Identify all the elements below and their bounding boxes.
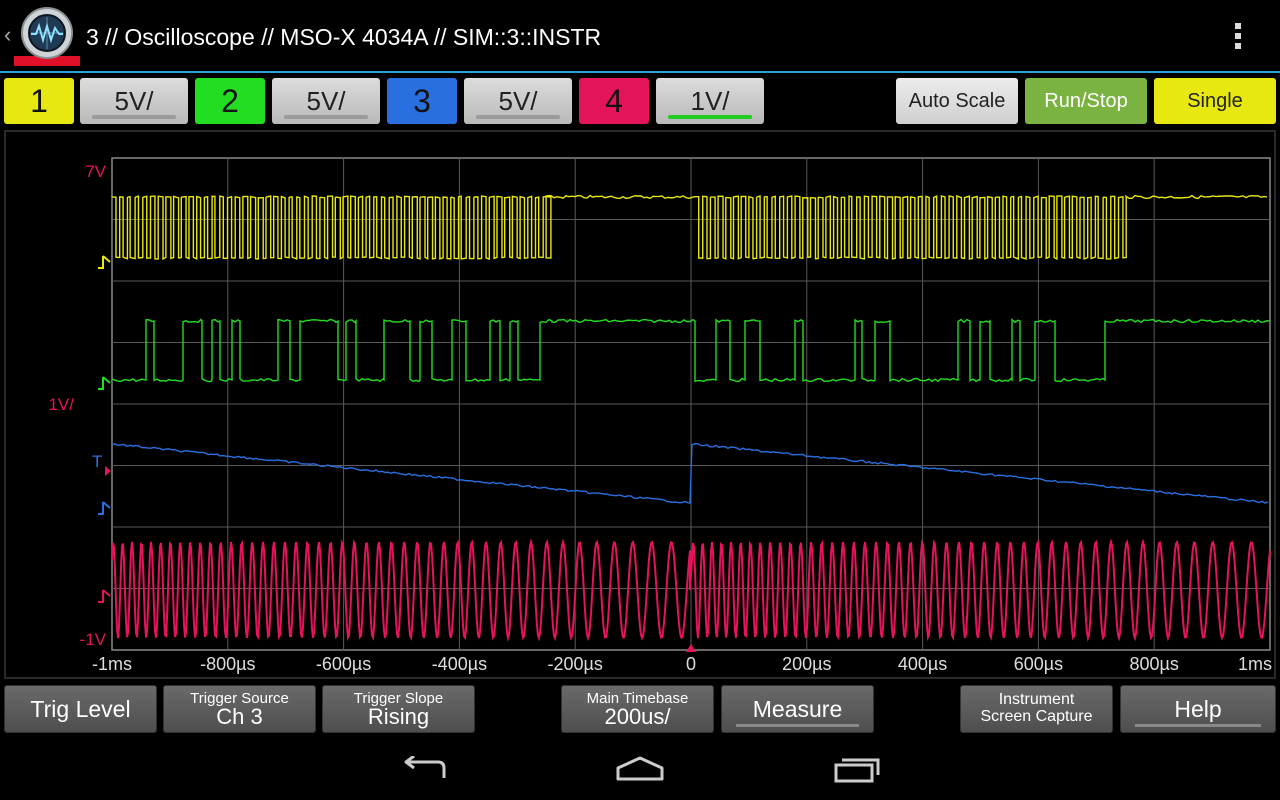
channel-1-button[interactable]: 1	[4, 78, 74, 124]
oscilloscope-app-icon[interactable]	[14, 6, 80, 66]
run-stop-button[interactable]: Run/Stop	[1025, 78, 1147, 124]
screen-capture-button[interactable]: Instrument Screen Capture	[960, 685, 1113, 733]
channel-1-scale: 5V/	[114, 86, 154, 116]
trig-level-label: Trig Level	[30, 696, 131, 722]
channel-4-scale: 1V/	[690, 86, 730, 116]
trigger-source-value: Ch 3	[216, 704, 263, 729]
channel-3-scale-button[interactable]: 5V/	[464, 78, 572, 124]
channel-3-scale: 5V/	[498, 86, 538, 116]
channel-2-button[interactable]: 2	[195, 78, 265, 124]
single-button[interactable]: Single	[1154, 78, 1276, 124]
trigger-slope-label: Trigger Slope	[353, 690, 444, 707]
channel-2-scale: 5V/	[306, 86, 346, 116]
channel-4-scale-underline	[668, 115, 752, 119]
home-icon[interactable]	[614, 755, 666, 783]
screen-capture-label: Screen Capture	[980, 708, 1093, 725]
help-underline	[1135, 724, 1261, 727]
trigger-slope-button[interactable]: Trigger Slope Rising	[322, 685, 475, 733]
instrument-label: Instrument	[998, 691, 1075, 708]
channel-1-scale-button[interactable]: 5V/	[80, 78, 188, 124]
recents-icon[interactable]	[832, 755, 882, 785]
channel-1-label: 1	[30, 83, 48, 119]
single-label: Single	[1187, 90, 1243, 112]
back-icon[interactable]	[400, 756, 448, 784]
main-timebase-label: Main Timebase	[586, 690, 689, 707]
channel-3-label: 3	[413, 83, 431, 119]
channel-4-button[interactable]: 4	[579, 78, 649, 124]
scope-display[interactable]	[4, 130, 1276, 679]
overflow-menu-icon[interactable]	[1228, 20, 1248, 56]
title-bar: ‹ 3 // Oscilloscope // MSO-X 4034A // SI…	[0, 0, 1280, 73]
main-timebase-value: 200us/	[604, 704, 671, 729]
help-label: Help	[1174, 696, 1222, 722]
channel-3-scale-underline	[476, 115, 560, 119]
channel-2-scale-button[interactable]: 5V/	[272, 78, 380, 124]
trig-level-button[interactable]: Trig Level	[4, 685, 157, 733]
trigger-source-label: Trigger Source	[190, 690, 289, 707]
measure-label: Measure	[752, 696, 843, 722]
auto-scale-label: Auto Scale	[908, 90, 1006, 112]
channel-2-label: 2	[221, 83, 239, 119]
measure-button[interactable]: Measure	[721, 685, 874, 733]
help-button[interactable]: Help	[1120, 685, 1276, 733]
app-title: 3 // Oscilloscope // MSO-X 4034A // SIM:…	[86, 24, 602, 50]
main-timebase-button[interactable]: Main Timebase 200us/	[561, 685, 714, 733]
system-nav-bar	[0, 737, 1280, 800]
run-stop-label: Run/Stop	[1044, 90, 1128, 112]
trigger-source-button[interactable]: Trigger Source Ch 3	[163, 685, 316, 733]
auto-scale-button[interactable]: Auto Scale	[896, 78, 1018, 124]
back-chevron-icon[interactable]: ‹	[4, 22, 11, 48]
channel-4-scale-button[interactable]: 1V/	[656, 78, 764, 124]
measure-underline	[736, 724, 859, 727]
channel-1-scale-underline	[92, 115, 176, 119]
channel-4-label: 4	[605, 83, 623, 119]
channel-2-scale-underline	[284, 115, 368, 119]
channel-3-button[interactable]: 3	[387, 78, 457, 124]
trigger-slope-value: Rising	[367, 704, 430, 729]
